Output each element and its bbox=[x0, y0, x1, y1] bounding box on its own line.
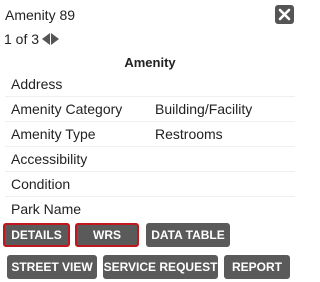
attribute-key: Amenity Type bbox=[5, 121, 149, 147]
attribute-value: Building/Facility bbox=[149, 96, 295, 122]
attribute-row: Condition bbox=[5, 171, 295, 197]
attribute-value bbox=[149, 196, 295, 221]
report-button[interactable]: REPORT bbox=[224, 255, 290, 279]
service-request-button[interactable]: SERVICE REQUEST bbox=[103, 255, 218, 279]
attribute-row: Amenity Type Restrooms bbox=[5, 121, 295, 147]
attribute-row: Amenity Category Building/Facility bbox=[5, 96, 295, 122]
attribute-value bbox=[149, 72, 295, 97]
attribute-value bbox=[149, 171, 295, 197]
pager-text: 1 of 3 bbox=[4, 31, 40, 47]
details-button[interactable]: DETAILS bbox=[3, 223, 70, 247]
triangle-right-icon[interactable] bbox=[51, 33, 60, 45]
attribute-row: Address bbox=[5, 72, 295, 97]
attribute-key: Accessibility bbox=[5, 146, 149, 172]
street-view-button[interactable]: STREET VIEW bbox=[7, 255, 97, 279]
triangle-left-icon[interactable] bbox=[42, 33, 51, 45]
attribute-value: Restrooms bbox=[149, 121, 295, 147]
section-title: Amenity bbox=[124, 55, 176, 70]
attribute-value bbox=[149, 146, 295, 172]
attribute-table: Address Amenity Category Building/Facility… bbox=[5, 72, 295, 221]
attribute-key: Park Name bbox=[5, 196, 149, 221]
attribute-key: Condition bbox=[5, 171, 149, 197]
attribute-row: Accessibility bbox=[5, 146, 295, 172]
attribute-key: Amenity Category bbox=[5, 96, 149, 122]
wrs-button[interactable]: WRS bbox=[75, 223, 139, 247]
close-icon bbox=[278, 8, 291, 21]
popup-title: Amenity 89 bbox=[5, 7, 76, 23]
close-button[interactable] bbox=[275, 5, 294, 24]
feature-pager: 1 of 3 bbox=[4, 31, 60, 47]
data-table-button[interactable]: DATA TABLE bbox=[146, 223, 230, 247]
attribute-row: Park Name bbox=[5, 196, 295, 221]
attribute-key: Address bbox=[11, 76, 63, 92]
